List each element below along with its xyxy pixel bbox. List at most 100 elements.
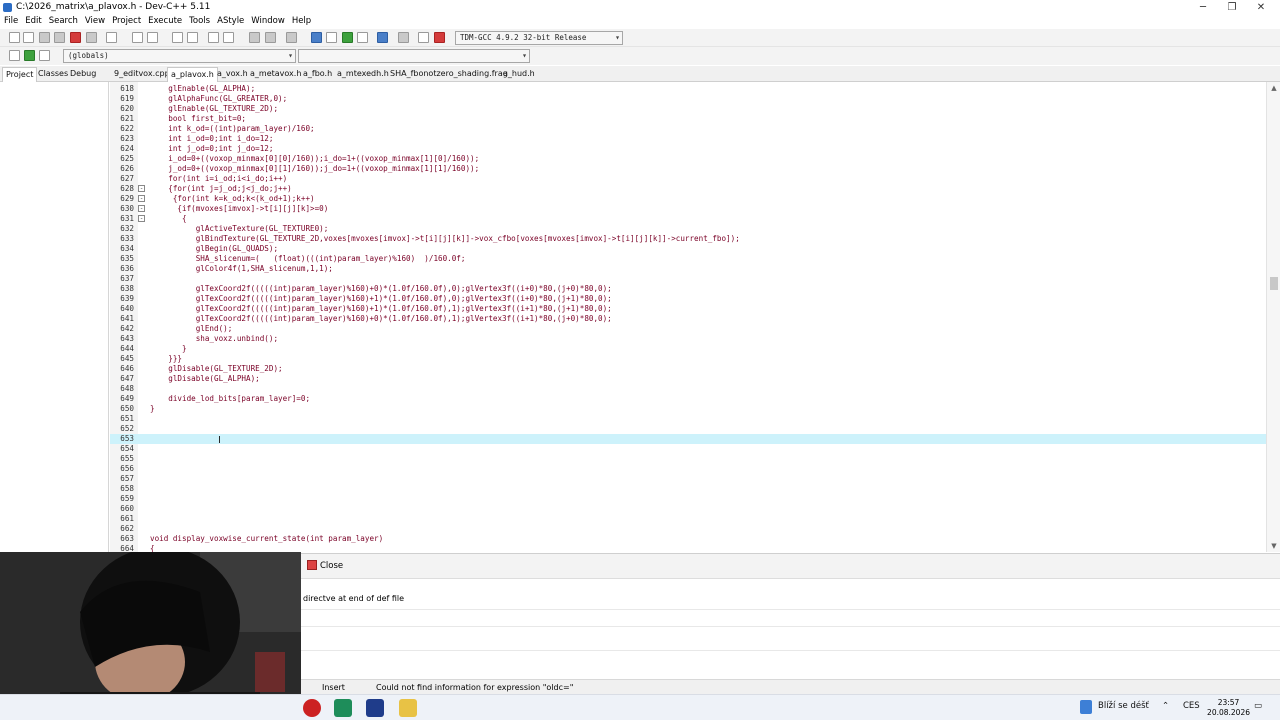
menu-execute[interactable]: Execute: [144, 15, 185, 26]
print-icon[interactable]: [106, 32, 117, 43]
code-line[interactable]: 652: [110, 424, 1266, 434]
code-line[interactable]: 650}: [110, 404, 1266, 414]
back-icon[interactable]: [249, 32, 260, 43]
code-line[interactable]: 634 glBegin(GL_QUADS);: [110, 244, 1266, 254]
code-line[interactable]: 654: [110, 444, 1266, 454]
forward-icon[interactable]: [265, 32, 276, 43]
scope-select[interactable]: (globals) ▾: [63, 49, 296, 63]
code-line[interactable]: 638 glTexCoord2f(((((int)param_layer)%16…: [110, 284, 1266, 294]
code-line[interactable]: 647 glDisable(GL_ALPHA);: [110, 374, 1266, 384]
weather-icon[interactable]: [1080, 700, 1092, 714]
close-window-button[interactable]: ✕: [1247, 1, 1275, 14]
save-all-icon[interactable]: [54, 32, 65, 43]
menu-tools[interactable]: Tools: [185, 15, 213, 26]
maximize-button[interactable]: ❐: [1218, 1, 1246, 14]
open-file-icon[interactable]: [23, 32, 34, 43]
scrollbar-thumb[interactable]: [1270, 277, 1278, 290]
code-line[interactable]: 625 i_od=0+((voxop_minmax[0][0]/160));i_…: [110, 154, 1266, 164]
code-line[interactable]: 645 }}}: [110, 354, 1266, 364]
devcpp-taskbar-icon[interactable]: [366, 699, 384, 717]
code-line[interactable]: 637: [110, 274, 1266, 284]
tab-classes[interactable]: Classes: [35, 67, 71, 82]
code-line[interactable]: 633 glBindTexture(GL_TEXTURE_2D,voxes[mv…: [110, 234, 1266, 244]
tab-file-a-plavox[interactable]: a_plavox.h: [167, 67, 218, 82]
fold-toggle-icon[interactable]: -: [138, 205, 145, 212]
code-line[interactable]: 658: [110, 484, 1266, 494]
rebuild-icon[interactable]: [357, 32, 368, 43]
compiler-select[interactable]: TDM-GCC 4.9.2 32-bit Release ▾: [455, 31, 623, 45]
run-icon[interactable]: [326, 32, 337, 43]
chevron-up-icon[interactable]: ⌃: [1162, 701, 1169, 711]
code-line[interactable]: 657: [110, 474, 1266, 484]
code-line[interactable]: 663 void display_voxwise_current_state(in…: [110, 534, 1266, 544]
menu-astyle[interactable]: AStyle: [213, 15, 247, 26]
tab-debug[interactable]: Debug: [67, 67, 99, 82]
code-line[interactable]: 664 {: [110, 544, 1266, 552]
tab-file-a-metavox[interactable]: a_metavox.h: [247, 67, 304, 82]
tab-file-a-mtexedh[interactable]: a_mtexedh.h: [334, 67, 392, 82]
fold-toggle-icon[interactable]: -: [138, 215, 145, 222]
insert-icon[interactable]: [9, 50, 20, 61]
code-line[interactable]: 651: [110, 414, 1266, 424]
code-line[interactable]: 618 glEnable(GL_ALPHA);: [110, 84, 1266, 94]
paint-taskbar-icon[interactable]: [399, 699, 417, 717]
code-line[interactable]: 662: [110, 524, 1266, 534]
minimize-button[interactable]: ─: [1189, 1, 1217, 14]
debug-icon[interactable]: [286, 32, 297, 43]
menu-help[interactable]: Help: [288, 15, 314, 26]
code-line[interactable]: 649 divide_lod_bits[param_layer]=0;: [110, 394, 1266, 404]
code-line[interactable]: 648: [110, 384, 1266, 394]
scroll-down-icon[interactable]: ▼: [1267, 542, 1280, 550]
code-line[interactable]: 628 {for(int j=j_od;j<j_do;j++) -: [110, 184, 1266, 194]
tab-file-a-fbo[interactable]: a_fbo.h: [300, 67, 335, 82]
redo-icon[interactable]: [147, 32, 158, 43]
profile-icon[interactable]: [418, 32, 429, 43]
taskbar-clock[interactable]: 23:57 20.08.2026: [1207, 698, 1250, 718]
code-line[interactable]: 619 glAlphaFunc(GL_GREATER,0);: [110, 94, 1266, 104]
code-line[interactable]: 660: [110, 504, 1266, 514]
code-line[interactable]: 626 j_od=0+((voxop_minmax[0][1]/160));j_…: [110, 164, 1266, 174]
menu-file[interactable]: File: [0, 15, 21, 26]
code-line[interactable]: 640 glTexCoord2f(((((int)param_layer)%16…: [110, 304, 1266, 314]
code-line[interactable]: 653: [110, 434, 1266, 444]
code-line[interactable]: 623 int i_od=0;int i_do=12;: [110, 134, 1266, 144]
replace-icon[interactable]: [187, 32, 198, 43]
tab-file-sha-frag[interactable]: SHA_fbonotzero_shading.frag: [387, 67, 511, 82]
code-line[interactable]: 661: [110, 514, 1266, 524]
fold-toggle-icon[interactable]: -: [138, 195, 145, 202]
editor-scrollbar[interactable]: ▲ ▼: [1266, 82, 1280, 552]
code-line[interactable]: 642 glEnd();: [110, 324, 1266, 334]
code-line[interactable]: 632 glActiveTexture(GL_TEXTURE0);: [110, 224, 1266, 234]
app-icon-green[interactable]: [334, 699, 352, 717]
find-icon[interactable]: [172, 32, 183, 43]
code-line[interactable]: 627 for(int i=i_od;i<i_do;i++): [110, 174, 1266, 184]
code-line[interactable]: 621 bool first_bit=0;: [110, 114, 1266, 124]
toggle-bookmark-icon[interactable]: [24, 50, 35, 61]
scroll-up-icon[interactable]: ▲: [1267, 84, 1280, 92]
compile-run-icon[interactable]: [342, 32, 353, 43]
menu-search[interactable]: Search: [45, 15, 81, 26]
code-line[interactable]: 624 int j_od=0;int j_do=12;: [110, 144, 1266, 154]
goto-line-icon[interactable]: [208, 32, 219, 43]
code-line[interactable]: 636 glColor4f(1,SHA_slicenum,1,1);: [110, 264, 1266, 274]
goto-bookmark-icon[interactable]: [39, 50, 50, 61]
code-line[interactable]: 641 glTexCoord2f(((((int)param_layer)%16…: [110, 314, 1266, 324]
code-line[interactable]: 629 {for(int k=k_od;k<(k_od+1);k++) -: [110, 194, 1266, 204]
app-icon-red[interactable]: [303, 699, 321, 717]
save-icon[interactable]: [39, 32, 50, 43]
code-line[interactable]: 646 glDisable(GL_TEXTURE_2D);: [110, 364, 1266, 374]
tab-file-a-hud[interactable]: a_hud.h: [500, 67, 538, 82]
code-line[interactable]: 655: [110, 454, 1266, 464]
menu-window[interactable]: Window: [247, 15, 288, 26]
menu-project[interactable]: Project: [108, 15, 144, 26]
delete-profile-icon[interactable]: [434, 32, 445, 43]
code-line[interactable]: 622 int k_od=((int)param_layer)/160;: [110, 124, 1266, 134]
menu-view[interactable]: View: [81, 15, 108, 26]
close-output-button[interactable]: Close: [307, 560, 343, 571]
close-all-icon[interactable]: [86, 32, 97, 43]
menu-edit[interactable]: Edit: [21, 15, 44, 26]
code-line[interactable]: 635 SHA_slicenum=( (float)(((int)param_l…: [110, 254, 1266, 264]
project-panel[interactable]: [0, 82, 109, 552]
tab-project[interactable]: Project: [2, 67, 38, 82]
compile-icon[interactable]: [311, 32, 322, 43]
